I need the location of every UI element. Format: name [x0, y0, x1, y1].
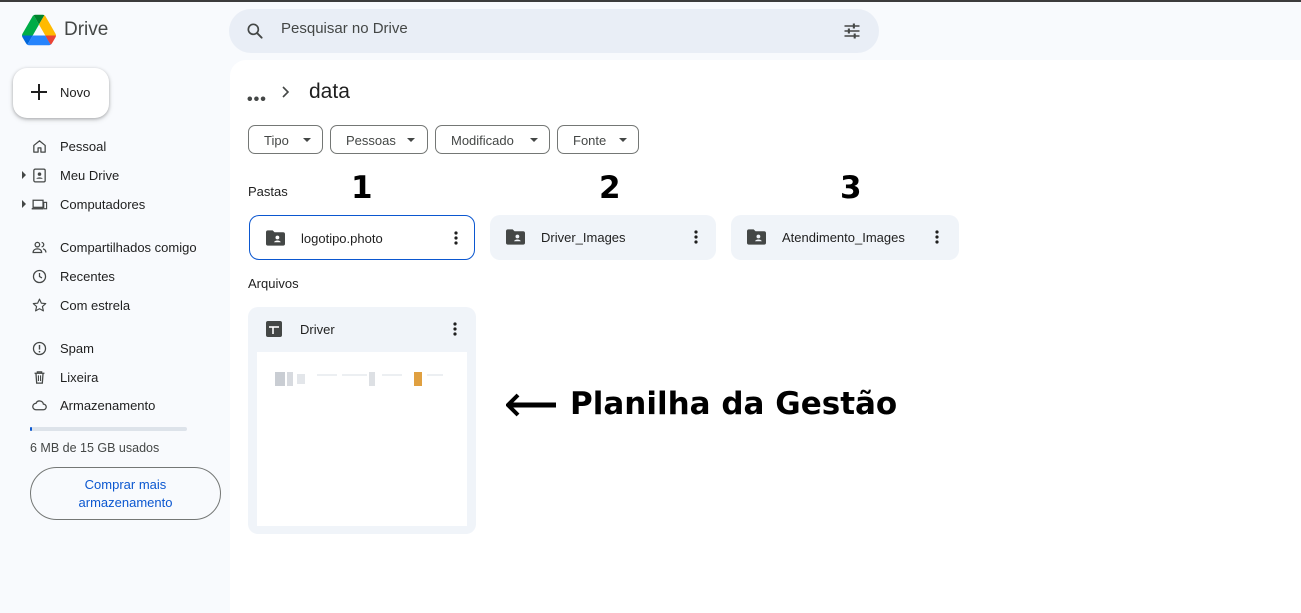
breadcrumb-current-folder[interactable]: data	[309, 80, 350, 104]
more-options-icon[interactable]	[449, 229, 463, 247]
storage-usage-bar	[30, 427, 187, 431]
shared-icon	[32, 241, 47, 254]
new-button[interactable]: Novo	[13, 68, 109, 118]
more-options-icon[interactable]	[930, 228, 944, 246]
buy-storage-label-line2: armazenamento	[78, 494, 173, 510]
expand-caret-icon[interactable]	[21, 200, 27, 208]
sidebar-item-spam[interactable]: Spam	[0, 336, 222, 360]
search-icon[interactable]	[245, 21, 265, 41]
drive-logo-icon	[22, 14, 56, 46]
filter-chip-fonte[interactable]: Fonte	[557, 125, 639, 154]
annotation-number: 1	[351, 170, 373, 206]
sidebar-item-com-estrela[interactable]: Com estrela	[0, 293, 222, 317]
clock-icon	[32, 269, 47, 284]
app-header: Drive	[0, 2, 1301, 62]
sidebar-item-computadores[interactable]: Computadores	[0, 192, 222, 216]
file-card[interactable]: Driver	[248, 307, 476, 534]
more-options-icon[interactable]	[448, 320, 462, 338]
plus-icon	[31, 84, 47, 100]
filter-chip-label: Modificado	[451, 133, 514, 148]
spreadsheet-icon	[266, 321, 282, 337]
dropdown-arrow-icon	[530, 138, 538, 142]
sidebar-item-label: Armazenamento	[60, 398, 156, 413]
sidebar-item-label: Pessoal	[60, 139, 107, 154]
annotation-number: 2	[599, 170, 621, 206]
search-bar[interactable]	[229, 9, 879, 53]
chevron-right-icon	[282, 86, 290, 98]
dropdown-arrow-icon	[619, 138, 627, 142]
sidebar-item-pessoal[interactable]: Pessoal	[0, 134, 222, 158]
trash-icon	[34, 371, 45, 384]
app-name: Drive	[64, 19, 109, 40]
spreadsheet-preview	[275, 372, 443, 386]
folder-name: Atendimento_Images	[782, 230, 905, 245]
drive-logo[interactable]: Drive	[22, 14, 108, 46]
more-options-icon[interactable]	[689, 228, 703, 246]
folder-card[interactable]: Driver_Images	[490, 215, 716, 260]
buy-storage-label-line1: Comprar mais	[84, 476, 167, 492]
sidebar-item-label: Compartilhados comigo	[60, 240, 197, 255]
star-icon	[32, 298, 47, 312]
search-input[interactable]	[281, 20, 821, 37]
filter-chip-tipo[interactable]: Tipo	[248, 125, 323, 154]
shared-folder-icon	[747, 229, 766, 245]
main-content: ••• data Tipo Pessoas Modificado Fonte P…	[230, 60, 1301, 613]
storage-usage-fill	[30, 427, 32, 431]
filter-chip-pessoas[interactable]: Pessoas	[330, 125, 428, 154]
shared-folder-icon	[266, 230, 285, 246]
files-section-title: Arquivos	[248, 276, 299, 291]
folder-card[interactable]: logotipo.photo	[249, 215, 475, 260]
sidebar-item-recentes[interactable]: Recentes	[0, 264, 222, 288]
buy-storage-button[interactable]: Comprar mais armazenamento	[30, 467, 221, 520]
cloud-icon	[32, 400, 47, 411]
filter-chip-modificado[interactable]: Modificado	[435, 125, 550, 154]
new-button-label: Novo	[60, 85, 91, 100]
folder-name: Driver_Images	[541, 230, 626, 245]
dropdown-arrow-icon	[303, 138, 311, 142]
expand-caret-icon[interactable]	[21, 171, 27, 179]
buy-storage-label: Comprar mais armazenamento	[79, 476, 173, 512]
sidebar-item-label: Meu Drive	[60, 168, 120, 183]
storage-usage-text: 6 MB de 15 GB usados	[30, 441, 160, 455]
file-name: Driver	[300, 322, 335, 337]
filter-chip-label: Pessoas	[346, 133, 396, 148]
annotation-label: Planilha da Gestão	[570, 386, 898, 422]
my-drive-icon	[33, 168, 46, 183]
sidebar-item-label: Spam	[60, 341, 94, 356]
sidebar-item-label: Lixeira	[60, 370, 99, 385]
spam-icon	[32, 341, 47, 356]
sidebar-item-label: Com estrela	[60, 298, 131, 313]
annotation-number: 3	[840, 170, 862, 206]
sidebar-item-meu-drive[interactable]: Meu Drive	[0, 163, 222, 187]
search-options-icon[interactable]	[842, 21, 862, 41]
sidebar-item-lixeira[interactable]: Lixeira	[0, 365, 222, 389]
folders-section-title: Pastas	[248, 184, 288, 199]
file-thumbnail	[257, 352, 467, 526]
sidebar-item-compartilhados[interactable]: Compartilhados comigo	[0, 235, 222, 259]
home-icon	[33, 140, 46, 153]
breadcrumb-more-button[interactable]: •••	[247, 91, 267, 109]
dropdown-arrow-icon	[407, 138, 415, 142]
sidebar-item-label: Recentes	[60, 269, 115, 284]
computers-icon	[31, 199, 48, 210]
folder-card[interactable]: Atendimento_Images	[731, 215, 959, 260]
annotation-arrow-icon	[506, 393, 556, 417]
filter-chip-label: Fonte	[573, 133, 607, 148]
folder-name: logotipo.photo	[301, 231, 383, 246]
shared-folder-icon	[506, 229, 525, 245]
sidebar-item-label: Computadores	[60, 197, 146, 212]
filter-chip-label: Tipo	[264, 133, 289, 148]
sidebar-item-armazenamento[interactable]: Armazenamento	[0, 393, 222, 417]
